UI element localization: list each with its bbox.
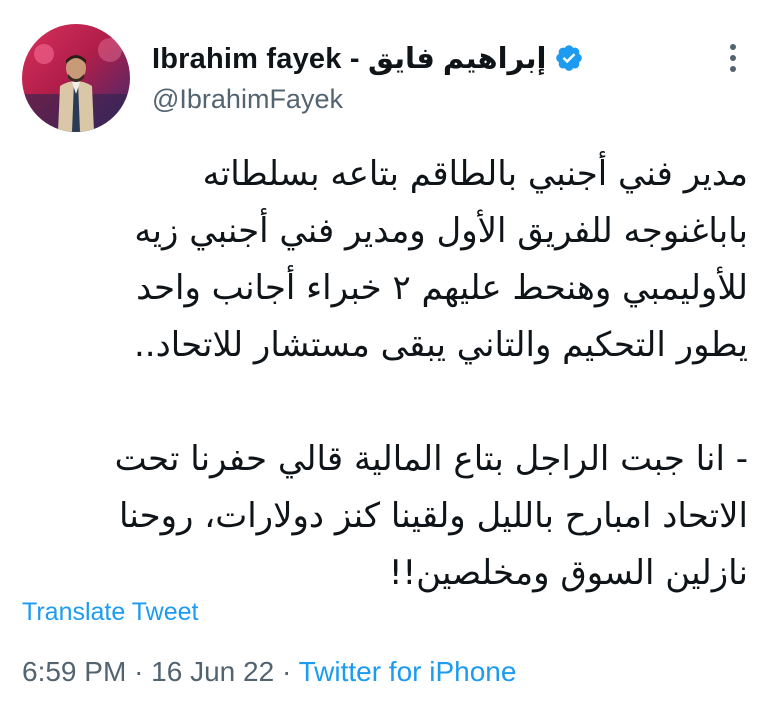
tweet-date[interactable]: 16 Jun 22: [151, 656, 274, 687]
tweet-line: للأوليمبي وهنحط عليهم ٢ خبراء أجانب واحد: [136, 268, 748, 308]
tweet-line: باباغنوجه للفريق الأول ومدير فني أجنبي ز…: [134, 211, 748, 251]
more-dot: [730, 66, 736, 72]
avatar[interactable]: [22, 24, 130, 132]
meta-separator: ·: [134, 656, 144, 687]
tweet-line: نازلين السوق ومخلصين!!: [388, 553, 748, 593]
tweet-source-link[interactable]: Twitter for iPhone: [299, 656, 517, 687]
tweet-line: مدير فني أجنبي بالطاقم بتاعه بسلطاته: [202, 154, 748, 194]
avatar-image: [22, 24, 130, 132]
author-handle[interactable]: @IbrahimFayek: [152, 84, 343, 115]
tweet-line: - انا جبت الراجل بتاع المالية قالي حفرنا…: [114, 439, 748, 479]
tweet-meta: 6:59 PM · 16 Jun 22 · Twitter for iPhone: [22, 656, 516, 688]
more-options-icon[interactable]: [718, 40, 748, 76]
meta-separator: ·: [281, 656, 292, 687]
author-name-row[interactable]: Ibrahim fayek - إبراهيم فايق: [152, 38, 584, 78]
more-dot: [730, 55, 736, 61]
verified-badge-icon: [556, 45, 583, 71]
tweet-line: يطور التحكيم والتاني يبقى مستشار للاتحاد…: [133, 325, 748, 365]
display-name[interactable]: Ibrahim fayek - إبراهيم فايق: [152, 41, 546, 76]
more-dot: [730, 44, 736, 50]
translate-tweet-link[interactable]: Translate Tweet: [22, 598, 198, 627]
tweet-text: مدير فني أجنبي بالطاقم بتاعه بسلطاته باب…: [22, 146, 748, 602]
tweet-time[interactable]: 6:59 PM: [22, 656, 126, 687]
tweet-line: الاتحاد امبارح بالليل ولقينا كنز دولارات…: [118, 496, 748, 536]
tweet: Ibrahim fayek - إبراهيم فايق @IbrahimFay…: [0, 0, 768, 710]
